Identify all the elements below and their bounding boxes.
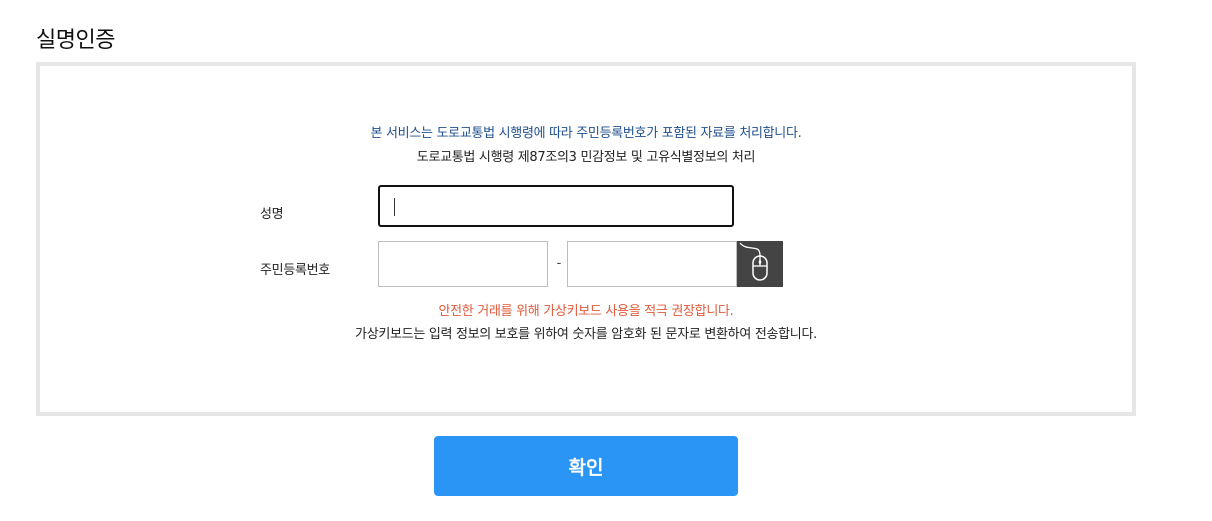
rrn-separator: - [556,256,562,271]
name-input[interactable] [378,185,734,227]
name-label: 성명 [260,207,284,222]
mouse-icon [739,242,768,281]
real-name-verification-page: 실명인증 본 서비스는 도로교통법 시행령에 따라 주민등록번호가 포함된 자료… [0,0,1212,521]
text-caret [394,198,395,216]
rrn-front-input[interactable] [378,241,548,287]
rrn-back-input[interactable] [567,241,737,287]
rrn-label: 주민등록번호 [260,263,330,278]
notice-primary-text: 본 서비스는 도로교통법 시행령에 따라 주민등록번호가 포함된 자료를 처리합… [370,126,802,141]
virtual-keyboard-button[interactable] [737,241,783,287]
notice-secondary-text: 도로교통법 시행령 제87조의3 민감정보 및 고유식별정보의 처리 [416,150,756,165]
virtual-keyboard-recommendation: 안전한 거래를 위해 가상키보드 사용을 적극 권장합니다. [438,304,734,319]
confirm-button[interactable]: 확인 [434,436,738,496]
page-title: 실명인증 [36,28,115,53]
virtual-keyboard-description: 가상키보드는 입력 정보의 보호를 위하여 숫자를 암호화 된 문자로 변환하여… [355,327,817,342]
verification-panel: 본 서비스는 도로교통법 시행령에 따라 주민등록번호가 포함된 자료를 처리합… [36,62,1136,416]
